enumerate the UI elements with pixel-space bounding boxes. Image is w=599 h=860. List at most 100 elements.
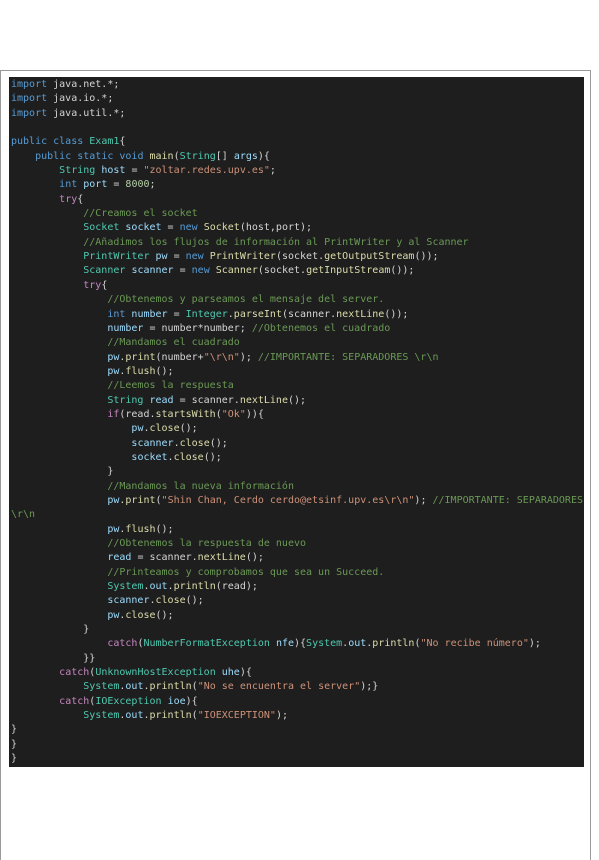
code-token: scanner [131,265,174,277]
code-token: out [125,681,144,693]
code-token: { [119,136,126,148]
code-token: );} [360,681,379,693]
code-token: Socket [203,222,240,234]
code-token: (socket. [257,265,307,277]
code-token: (); [155,523,174,535]
code-token: "\r\n" [203,351,240,363]
code-token: close [149,423,180,435]
code-token: (read. [119,408,156,420]
code-token: try [59,193,78,205]
code-token: System [83,710,120,722]
code-token: nextLine [336,308,385,320]
code-token: out [149,581,168,593]
code-token: = scanner. [173,394,240,406]
code-token: (read); [215,581,258,593]
code-token: catch [59,667,90,679]
code-line: pw.print(number+"\r\n"); //IMPORTANTE: S… [9,351,584,365]
code-token: UnknownHostException [95,667,216,679]
code-token: public class [11,136,84,148]
code-token: (); [209,437,228,449]
code-token: println [149,681,192,693]
code-line: String read = scanner.nextLine(); [9,394,584,408]
code-token: scanner [107,595,150,607]
code-token: ){ [294,638,307,650]
code-line: } [9,623,584,637]
code-token: public static void [35,150,144,162]
code-token: new [191,265,210,277]
code-token: nextLine [239,394,288,406]
code-token: //Obtenemos y parseamos el mensaje del s… [107,294,385,306]
code-token: if [107,408,120,420]
code-token: pw [107,494,120,506]
code-token: \r\n [11,509,36,521]
code-line: import java.util.*; [9,107,584,121]
code-token: port [83,179,108,191]
code-token: NumberFormatException [143,638,270,650]
code-line: pw.close(); [9,609,584,623]
code-token: //Obtenemos el cuadrado [251,322,391,334]
code-token: host [101,165,126,177]
code-token: int [59,179,78,191]
code-token: System [107,581,144,593]
code-line: PrintWriter pw = new PrintWriter(socket.… [9,250,584,264]
code-token: ){ [257,150,270,162]
code-line: Scanner scanner = new Scanner(socket.get… [9,264,584,278]
code-line: socket.close(); [9,451,584,465]
code-token: //Mandamos la nueva información [107,480,294,492]
code-token: (host,port); [239,222,313,234]
code-token: [] [215,150,234,162]
code-token: Exam1 [89,136,120,148]
code-token: //Mandamos el cuadrado [107,337,240,349]
code-token: println [149,710,192,722]
code-line: scanner.close(); [9,437,584,451]
code-token: close [173,451,204,463]
code-token: java.io.*; [47,93,114,105]
code-line: public class Exam1{ [9,135,584,149]
code-token: String [107,394,144,406]
code-line: pw.print("Shin Chan, Cerdo cerdo@etsinf.… [9,494,584,508]
code-token: IOException [95,695,162,707]
code-token: ; [149,179,156,191]
code-token: pw [131,423,144,435]
code-token: pw [155,251,168,263]
code-line: public static void main(String[] args){ [9,150,584,164]
code-token: ); [239,351,258,363]
code-token: } [11,624,90,636]
code-token: nfe [275,638,294,650]
code-line: if(read.startsWith("Ok")){ [9,408,584,422]
code-token: flush [125,365,156,377]
code-token: getOutputStream [324,251,415,263]
code-line: scanner.close(); [9,594,584,608]
code-token: "zoltar.redes.upv.es" [143,165,270,177]
code-token: Scanner [83,265,126,277]
code-token: getInputStream [306,265,391,277]
code-token: System [306,638,343,650]
code-token: "Ok" [221,408,246,420]
code-token: (socket. [275,251,325,263]
code-token: } [11,753,18,765]
code-token: "Shin Chan, Cerdo cerdo@etsinf.upv.es\r\… [161,494,415,506]
code-token: //Leemos la respuesta [107,380,234,392]
code-line: pw.flush(); [9,523,584,537]
code-token: main [149,150,174,162]
code-token: = scanner. [131,552,198,564]
code-token: (); [155,609,174,621]
code-token: //Añadimos los flujos de información al … [83,236,469,248]
code-token: (); [287,394,307,406]
code-token: "No se encuentra el server" [197,681,361,693]
code-token: println [372,638,415,650]
code-token: } [11,466,114,478]
